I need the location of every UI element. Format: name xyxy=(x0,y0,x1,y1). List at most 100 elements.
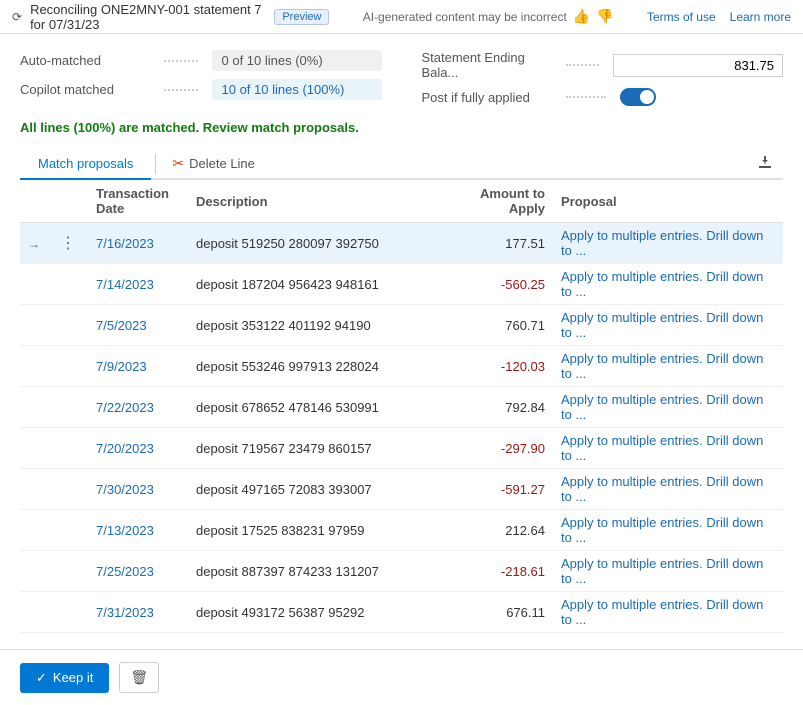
row-menu[interactable] xyxy=(48,346,88,387)
post-label: Post if fully applied xyxy=(422,90,552,105)
date-link[interactable]: 7/25/2023 xyxy=(96,564,154,579)
statement-balance-label: Statement Ending Bala... xyxy=(422,50,552,80)
topbar-right: Terms of use Learn more xyxy=(647,10,791,24)
reconcile-icon: ⟳ xyxy=(12,10,22,24)
date-link[interactable]: 7/30/2023 xyxy=(96,482,154,497)
transaction-amount: 212.64 xyxy=(433,510,553,551)
export-button[interactable] xyxy=(747,149,783,178)
transaction-proposal[interactable]: Apply to multiple entries. Drill down to… xyxy=(553,551,783,592)
transaction-date[interactable]: 7/14/2023 xyxy=(88,264,188,305)
date-link[interactable]: 7/9/2023 xyxy=(96,359,147,374)
table-body: → ⋮ 7/16/2023 deposit 519250 280097 3927… xyxy=(20,223,783,633)
date-link[interactable]: 7/22/2023 xyxy=(96,400,154,415)
trash-button[interactable]: 🗑 xyxy=(119,662,159,693)
copilot-matched-label: Copilot matched xyxy=(20,82,150,97)
proposal-link[interactable]: Apply to multiple entries. Drill down to… xyxy=(561,474,763,504)
transaction-proposal[interactable]: Apply to multiple entries. Drill down to… xyxy=(553,387,783,428)
date-link[interactable]: 7/31/2023 xyxy=(96,605,154,620)
transaction-amount: -120.03 xyxy=(433,346,553,387)
transaction-proposal[interactable]: Apply to multiple entries. Drill down to… xyxy=(553,469,783,510)
date-link[interactable]: 7/5/2023 xyxy=(96,318,147,333)
transaction-date[interactable]: 7/31/2023 xyxy=(88,592,188,633)
active-arrow-icon: → xyxy=(28,237,40,251)
row-actions-icon[interactable]: ⋮ xyxy=(56,235,80,252)
transaction-date[interactable]: 7/20/2023 xyxy=(88,428,188,469)
table-row: 7/5/2023 deposit 353122 401192 94190 760… xyxy=(20,305,783,346)
transaction-date[interactable]: 7/9/2023 xyxy=(88,346,188,387)
transaction-description: deposit 493172 56387 95292 xyxy=(188,592,433,633)
date-link[interactable]: 7/13/2023 xyxy=(96,523,154,538)
transaction-date[interactable]: 7/5/2023 xyxy=(88,305,188,346)
row-menu[interactable] xyxy=(48,510,88,551)
transaction-proposal[interactable]: Apply to multiple entries. Drill down to… xyxy=(553,428,783,469)
proposal-link[interactable]: Apply to multiple entries. Drill down to… xyxy=(561,228,763,258)
tab-match-proposals[interactable]: Match proposals xyxy=(20,149,151,180)
statement-balance-row: Statement Ending Bala... xyxy=(422,50,784,80)
proposal-link[interactable]: Apply to multiple entries. Drill down to… xyxy=(561,310,763,340)
table-row: 7/25/2023 deposit 887397 874233 131207 -… xyxy=(20,551,783,592)
row-menu[interactable] xyxy=(48,305,88,346)
row-menu[interactable] xyxy=(48,428,88,469)
learn-more-link[interactable]: Learn more xyxy=(730,10,791,24)
transaction-date[interactable]: 7/30/2023 xyxy=(88,469,188,510)
transaction-amount: -218.61 xyxy=(433,551,553,592)
col-amount-header: Amount to Apply xyxy=(433,180,553,223)
proposal-link[interactable]: Apply to multiple entries. Drill down to… xyxy=(561,351,763,381)
terms-link[interactable]: Terms of use xyxy=(647,10,716,24)
proposal-link[interactable]: Apply to multiple entries. Drill down to… xyxy=(561,515,763,545)
col-date-header: Transaction Date xyxy=(88,180,188,223)
row-arrow xyxy=(20,428,48,469)
post-toggle[interactable] xyxy=(620,88,656,106)
transaction-proposal[interactable]: Apply to multiple entries. Drill down to… xyxy=(553,510,783,551)
copilot-matched-row: Copilot matched 10 of 10 lines (100%) xyxy=(20,79,382,100)
row-menu[interactable] xyxy=(48,264,88,305)
dots-1 xyxy=(164,60,198,62)
proposal-link[interactable]: Apply to multiple entries. Drill down to… xyxy=(561,392,763,422)
transaction-amount: -297.90 xyxy=(433,428,553,469)
transaction-proposal[interactable]: Apply to multiple entries. Drill down to… xyxy=(553,264,783,305)
transaction-description: deposit 887397 874233 131207 xyxy=(188,551,433,592)
transaction-date[interactable]: 7/13/2023 xyxy=(88,510,188,551)
date-link[interactable]: 7/14/2023 xyxy=(96,277,154,292)
thumbs-down-icon[interactable]: 👎 xyxy=(596,8,613,25)
row-menu[interactable] xyxy=(48,551,88,592)
ai-notice: AI-generated content may be incorrect 👍 … xyxy=(329,8,646,25)
row-menu[interactable]: ⋮ xyxy=(48,223,88,264)
proposal-link[interactable]: Apply to multiple entries. Drill down to… xyxy=(561,556,763,586)
row-arrow xyxy=(20,551,48,592)
page-title: Reconciling ONE2MNY-001 statement 7 for … xyxy=(30,2,266,32)
row-arrow xyxy=(20,387,48,428)
row-menu[interactable] xyxy=(48,469,88,510)
row-menu[interactable] xyxy=(48,592,88,633)
proposal-link[interactable]: Apply to multiple entries. Drill down to… xyxy=(561,597,763,627)
keep-button[interactable]: ✓ Keep it xyxy=(20,663,109,693)
transaction-amount: 792.84 xyxy=(433,387,553,428)
row-arrow xyxy=(20,469,48,510)
transaction-amount: -560.25 xyxy=(433,264,553,305)
date-link[interactable]: 7/16/2023 xyxy=(96,236,154,251)
transaction-proposal[interactable]: Apply to multiple entries. Drill down to… xyxy=(553,305,783,346)
table-row: 7/14/2023 deposit 187204 956423 948161 -… xyxy=(20,264,783,305)
dots-4 xyxy=(566,96,606,98)
date-link[interactable]: 7/20/2023 xyxy=(96,441,154,456)
post-row: Post if fully applied xyxy=(422,88,784,106)
transaction-date[interactable]: 7/22/2023 xyxy=(88,387,188,428)
topbar: ⟳ Reconciling ONE2MNY-001 statement 7 fo… xyxy=(0,0,803,34)
summary-right: Statement Ending Bala... Post if fully a… xyxy=(422,50,784,108)
row-arrow xyxy=(20,510,48,551)
transaction-date[interactable]: 7/16/2023 xyxy=(88,223,188,264)
transaction-proposal[interactable]: Apply to multiple entries. Drill down to… xyxy=(553,346,783,387)
transaction-proposal[interactable]: Apply to multiple entries. Drill down to… xyxy=(553,223,783,264)
transactions-table: Transaction Date Description Amount to A… xyxy=(20,180,783,633)
transaction-description: deposit 17525 838231 97959 xyxy=(188,510,433,551)
table-row: 7/9/2023 deposit 553246 997913 228024 -1… xyxy=(20,346,783,387)
thumbs-up-icon[interactable]: 👍 xyxy=(573,8,590,25)
delete-line-button[interactable]: ✂ Delete Line xyxy=(160,150,267,177)
transaction-proposal[interactable]: Apply to multiple entries. Drill down to… xyxy=(553,592,783,633)
proposal-link[interactable]: Apply to multiple entries. Drill down to… xyxy=(561,269,763,299)
transaction-date[interactable]: 7/25/2023 xyxy=(88,551,188,592)
row-menu[interactable] xyxy=(48,387,88,428)
proposal-link[interactable]: Apply to multiple entries. Drill down to… xyxy=(561,433,763,463)
copilot-matched-value: 10 of 10 lines (100%) xyxy=(212,79,382,100)
statement-balance-input[interactable] xyxy=(613,54,783,77)
